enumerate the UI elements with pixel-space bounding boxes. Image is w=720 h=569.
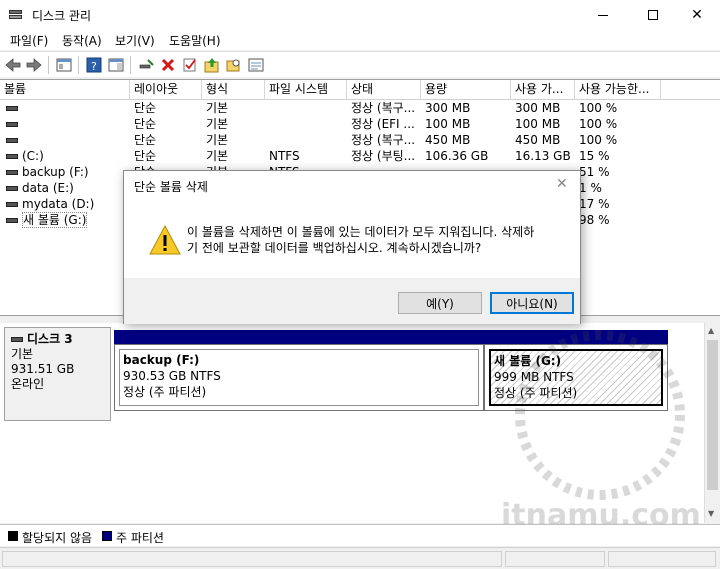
partition-status: 정상 (주 파티션) <box>494 386 578 400</box>
status-segment <box>2 551 502 567</box>
volume-icon <box>6 154 18 159</box>
volume-row[interactable]: (C:) 단순 기본 NTFS 정상 (부팅... 106.36 GB 16.1… <box>0 148 720 164</box>
maximize-button[interactable] <box>630 0 676 30</box>
volume-row[interactable]: 단순 기본 정상 (복구... 300 MB 300 MB 100 % <box>0 100 720 116</box>
window-title: 디스크 관리 <box>32 9 92 23</box>
menu-help[interactable]: 도움말(H) <box>169 32 221 49</box>
disk-view: 디스크 3 기본 931.51 GB 온라인 backup (F:) 930.5… <box>0 323 720 523</box>
status-bar <box>0 547 720 569</box>
partition-size: 999 MB NTFS <box>494 370 574 384</box>
col-type[interactable]: 형식 <box>202 80 265 100</box>
minimize-icon <box>598 14 608 16</box>
legend-primary-swatch <box>102 531 112 541</box>
col-capacity[interactable]: 용량 <box>421 80 511 100</box>
toolbar: ? <box>0 51 720 77</box>
check-icon[interactable] <box>181 56 199 74</box>
col-volume[interactable]: 볼륨 <box>0 80 130 100</box>
volume-icon <box>6 218 18 223</box>
volume-icon <box>6 170 18 175</box>
partition-backup[interactable]: backup (F:) 930.53 GB NTFS 정상 (주 파티션) <box>114 344 484 411</box>
menu-action[interactable]: 동작(A) <box>62 32 102 49</box>
volume-icon <box>6 186 18 191</box>
no-button[interactable]: 아니요(N) <box>490 292 574 314</box>
maximize-icon <box>648 10 658 20</box>
dialog-message: 이 볼륨을 삭제하면 이 볼륨에 있는 데이터가 모두 지워집니다. 삭제하 기… <box>187 225 535 255</box>
dialog-footer: 예(Y) 아니요(N) <box>124 278 580 324</box>
volume-icon <box>6 106 18 111</box>
partition-name: backup (F:) <box>123 353 200 367</box>
disk-size: 931.51 GB <box>11 362 75 376</box>
disk-state: 온라인 <box>11 377 45 391</box>
menu-view[interactable]: 보기(V) <box>115 32 155 49</box>
properties-icon[interactable] <box>55 56 73 74</box>
volume-icon <box>6 122 18 127</box>
disk-info[interactable]: 디스크 3 기본 931.51 GB 온라인 <box>4 327 111 421</box>
partition-header-bar <box>484 330 668 344</box>
status-segment <box>505 551 605 567</box>
col-free-space[interactable]: 사용 가... <box>511 80 575 100</box>
yes-button[interactable]: 예(Y) <box>398 292 482 314</box>
title-bar: 디스크 관리 ✕ <box>0 0 720 30</box>
disk-icon <box>11 337 23 342</box>
console-icon[interactable] <box>107 56 125 74</box>
col-filesystem[interactable]: 파일 시스템 <box>265 80 347 100</box>
legend-primary-label: 주 파티션 <box>116 531 164 545</box>
back-icon[interactable] <box>4 56 22 74</box>
connect-icon[interactable] <box>137 56 155 74</box>
list-icon[interactable] <box>247 56 265 74</box>
delete-volume-dialog: 단순 볼륨 삭제 ✕ 이 볼륨을 삭제하면 이 볼륨에 있는 데이터가 모두 지… <box>123 170 581 324</box>
partition-status: 정상 (주 파티션) <box>123 385 207 399</box>
delete-icon[interactable] <box>159 56 177 74</box>
status-segment <box>608 551 716 567</box>
volume-list-header: 볼륨 레이아웃 형식 파일 시스템 상태 용량 사용 가... 사용 가능한..… <box>0 80 720 100</box>
legend-unallocated-label: 할당되지 않음 <box>22 531 93 545</box>
partition-size: 930.53 GB NTFS <box>123 369 221 383</box>
search-folder-icon[interactable] <box>225 56 243 74</box>
dialog-title: 단순 볼륨 삭제 <box>134 180 208 194</box>
disk-management-icon <box>8 8 24 22</box>
forward-icon[interactable] <box>25 56 43 74</box>
col-percent-free[interactable]: 사용 가능한... <box>575 80 661 100</box>
dialog-close-icon[interactable]: ✕ <box>556 176 568 192</box>
legend: 할당되지 않음 주 파티션 <box>0 524 720 546</box>
volume-icon <box>6 202 18 207</box>
close-button[interactable]: ✕ <box>674 0 720 30</box>
partition-new-volume[interactable]: 새 볼륨 (G:) 999 MB NTFS 정상 (주 파티션) <box>484 344 668 411</box>
scroll-thumb[interactable] <box>707 340 718 490</box>
help-icon[interactable]: ? <box>85 56 103 74</box>
scroll-up-icon[interactable]: ▲ <box>708 326 714 335</box>
legend-unallocated-swatch <box>8 531 18 541</box>
close-icon: ✕ <box>691 7 703 23</box>
disk-title: 디스크 3 <box>27 332 73 346</box>
menu-bar: 파일(F) 동작(A) 보기(V) 도움말(H) <box>0 30 720 50</box>
menu-file[interactable]: 파일(F) <box>10 32 48 49</box>
scroll-down-icon[interactable]: ▼ <box>708 509 714 518</box>
vertical-scrollbar[interactable]: ▲ ▼ <box>704 323 720 523</box>
disk-type: 기본 <box>11 347 34 361</box>
col-status[interactable]: 상태 <box>347 80 421 100</box>
svg-text:?: ? <box>91 60 97 73</box>
volume-row[interactable]: 단순 기본 정상 (복구... 450 MB 450 MB 100 % <box>0 132 720 148</box>
col-layout[interactable]: 레이아웃 <box>130 80 202 100</box>
minimize-button[interactable] <box>580 0 626 30</box>
warning-icon <box>148 224 182 256</box>
volume-row[interactable]: 단순 기본 정상 (EFI ... 100 MB 100 MB 100 % <box>0 116 720 132</box>
folder-up-icon[interactable] <box>203 56 221 74</box>
partition-name: 새 볼륨 (G:) <box>494 354 562 368</box>
partition-header-bar <box>114 330 484 344</box>
volume-icon <box>6 138 18 143</box>
